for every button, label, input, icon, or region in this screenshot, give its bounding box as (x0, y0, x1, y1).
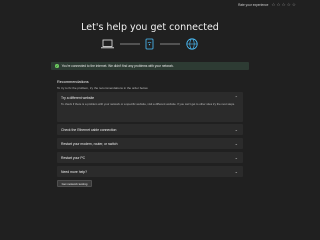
status-banner-text: You're connected to the internet. We did… (61, 64, 174, 68)
star-icon[interactable]: ☆ (282, 2, 286, 8)
card-title: Restart your PC (61, 155, 86, 160)
star-icon[interactable]: ☆ (277, 2, 281, 8)
star-rating: ☆ ☆ ☆ ☆ ☆ (271, 2, 296, 8)
card-title: Need more help? (61, 169, 88, 174)
card-restart-modem[interactable]: Restart your modem, router, or switch ⌄ (57, 138, 243, 149)
star-icon[interactable]: ☆ (271, 2, 275, 8)
card-header[interactable]: Check the Ethernet cable connection ⌄ (57, 124, 243, 135)
router-icon (145, 38, 154, 50)
globe-icon (186, 38, 198, 50)
card-body-text: To check if there is a problem with your… (61, 102, 235, 106)
laptop-icon (101, 39, 114, 49)
card-title: Restart your modem, router, or switch (61, 141, 118, 146)
chevron-up-icon[interactable]: ⌃ (235, 95, 238, 100)
rate-experience-label: Rate your experience (238, 3, 269, 8)
card-header[interactable]: Need more help? ⌄ (57, 166, 243, 177)
card-header[interactable]: Restart your PC ⌄ (57, 152, 243, 163)
recommendations-subtitle: To try to fix the problem, try the recom… (57, 85, 149, 90)
page-title: Let's help you get connected (81, 22, 219, 33)
card-try-different-website[interactable]: Try a different website ⌃ To check if th… (57, 92, 243, 122)
rate-experience-bar: Rate your experience ☆ ☆ ☆ ☆ ☆ (238, 2, 296, 8)
chevron-down-icon[interactable]: ⌄ (235, 127, 238, 132)
chevron-down-icon[interactable]: ⌄ (235, 141, 238, 146)
get-network-testing-button[interactable]: Get network testing (57, 180, 92, 187)
star-icon[interactable]: ☆ (292, 2, 296, 8)
card-need-more-help[interactable]: Need more help? ⌄ (57, 166, 243, 177)
star-icon[interactable]: ☆ (287, 2, 291, 8)
chevron-down-icon[interactable]: ⌄ (235, 155, 238, 160)
card-restart-pc[interactable]: Restart your PC ⌄ (57, 152, 243, 163)
connection-diagram (101, 38, 198, 50)
card-check-ethernet[interactable]: Check the Ethernet cable connection ⌄ (57, 124, 243, 135)
status-banner: ✓ You're connected to the internet. We d… (51, 62, 249, 70)
chevron-down-icon[interactable]: ⌄ (235, 169, 238, 174)
recommendations-heading: Recommendations (57, 80, 89, 84)
success-check-icon: ✓ (55, 63, 59, 68)
card-header[interactable]: Restart your modem, router, or switch ⌄ (57, 138, 243, 149)
card-title: Try a different website (61, 95, 95, 100)
card-title: Check the Ethernet cable connection (61, 127, 117, 132)
